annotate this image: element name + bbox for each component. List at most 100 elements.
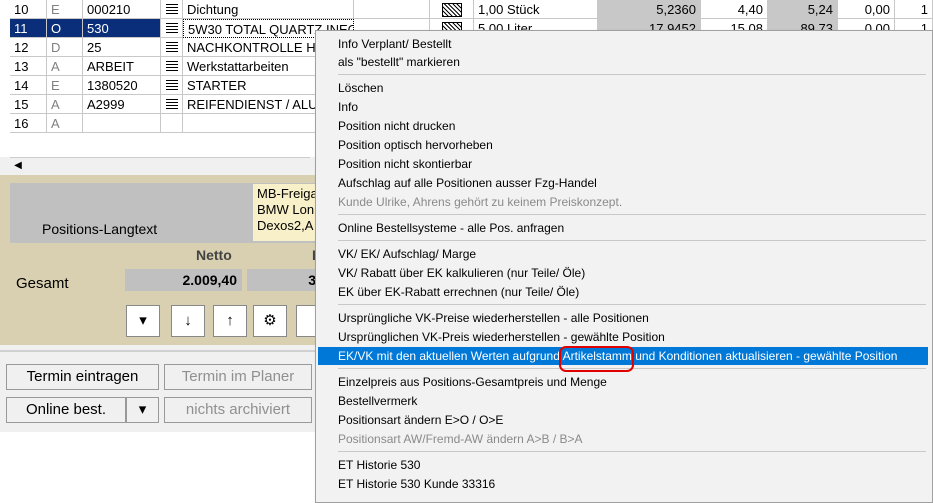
- menu-item-hervorheben[interactable]: Position optisch hervorheben: [318, 136, 928, 154]
- cell-einheit: [354, 0, 430, 19]
- menge-value: 1,00: [478, 2, 504, 17]
- menu-item-preiskonzept-info: Kunde Ulrike, Ahrens gehört zu keinem Pr…: [338, 195, 623, 209]
- menu-item-positionsart-eo[interactable]: Positionsart ändern E>O / O>E: [318, 411, 928, 429]
- menu-item-et-historie[interactable]: ET Historie 530: [318, 456, 928, 474]
- menu-item-vk-restore-all[interactable]: Ursprüngliche VK-Preise wiederherstellen…: [318, 309, 928, 327]
- cell-artnr[interactable]: A2999: [83, 95, 161, 114]
- langtext-line: MB-Freiga: [257, 186, 318, 201]
- empty-area: [0, 432, 318, 503]
- menu-item-mark-ordered[interactable]: als "bestellt" markieren: [318, 53, 928, 71]
- langtext-label: Positions-Langtext: [42, 221, 158, 237]
- cell-artnr[interactable]: [83, 114, 161, 133]
- menu-item-aufschlag[interactable]: Aufschlag auf alle Positionen ausser Fzg…: [318, 174, 928, 192]
- netto-value: 2.009,40: [125, 269, 242, 291]
- arrow-up-icon: ↑: [226, 312, 234, 329]
- context-menu: Info Verplant/ Bestellt als "bestellt" m…: [315, 30, 933, 503]
- cell-typ: E: [47, 0, 83, 19]
- menu-item-et-historie-kunde[interactable]: ET Historie 530 Kunde 33316: [318, 475, 928, 493]
- positions-panel: Positions-Langtext MB-Freiga BMW Lon Dex…: [0, 175, 323, 345]
- menu-separator: [338, 74, 926, 75]
- menu-item-online-bestellsysteme[interactable]: Online Bestellsysteme - alle Pos. anfrag…: [318, 219, 928, 237]
- menu-item-nicht-drucken[interactable]: Position nicht drucken: [318, 117, 928, 135]
- menu-separator: [338, 451, 926, 452]
- langtext-line: Dexos2,A: [257, 218, 314, 233]
- settings-button[interactable]: ⚙: [253, 305, 287, 337]
- menu-item-einzelpreis[interactable]: Einzelpreis aus Positions-Gesamtpreis un…: [318, 373, 928, 391]
- menu-item-nicht-skontierbar[interactable]: Position nicht skontierbar: [318, 155, 928, 173]
- cell-artnr[interactable]: 000210: [83, 0, 161, 19]
- menu-separator: [338, 214, 926, 215]
- menu-separator: [338, 240, 926, 241]
- cell-nr: 10: [10, 0, 47, 19]
- online-best-dropdown[interactable]: ▾: [126, 397, 159, 423]
- menu-separator: [338, 304, 926, 305]
- horizontal-scrollbar[interactable]: ◀: [10, 157, 310, 175]
- pattern-icon: [441, 3, 462, 17]
- move-up-button[interactable]: ↑: [213, 305, 247, 337]
- cell-typ: A: [47, 114, 83, 133]
- cell-artnr[interactable]: 530: [83, 19, 161, 38]
- caret-down-icon: ▾: [139, 312, 147, 329]
- cell-text-button[interactable]: [161, 0, 183, 19]
- menu-item-loeschen[interactable]: Löschen: [318, 79, 928, 97]
- menu-item-info-verplant[interactable]: Info Verplant/ Bestellt: [318, 35, 928, 53]
- table-row[interactable]: 10 E 000210 Dichtung 1,00 Stück 5,2360 4…: [0, 0, 933, 20]
- text-lines-icon: [165, 61, 178, 72]
- cell-ek: 5,2360: [598, 0, 701, 19]
- cell-x: 1: [895, 0, 933, 19]
- menu-item-vk-restore-selected[interactable]: Ursprünglichen VK-Preis wiederherstellen…: [318, 328, 928, 346]
- cell-bezeichnung[interactable]: Dichtung: [183, 0, 354, 19]
- text-lines-icon: [165, 80, 178, 91]
- cell-typ: D: [47, 38, 83, 57]
- cell-menge[interactable]: 1,00 Stück: [474, 0, 598, 19]
- cell-nr: 14: [10, 76, 47, 95]
- text-lines-icon: [165, 42, 178, 53]
- netto-label: Netto: [196, 247, 232, 263]
- cell-rabatt: 0,00: [838, 0, 895, 19]
- text-lines-icon: [165, 99, 178, 110]
- cell-faktor: 4,40: [701, 0, 768, 19]
- cell-check[interactable]: [430, 0, 474, 19]
- gesamt-label: Gesamt: [16, 275, 69, 292]
- cell-vk: 5,24: [768, 0, 838, 19]
- cell-text-button[interactable]: [161, 57, 183, 76]
- caret-down-icon: ▾: [138, 401, 147, 418]
- cell-nr: 11: [10, 19, 47, 38]
- cell-nr: 15: [10, 95, 47, 114]
- online-best-button[interactable]: Online best.: [6, 397, 126, 423]
- cell-nr: 16: [10, 114, 47, 133]
- cell-text-button[interactable]: [161, 95, 183, 114]
- button-label: nichts archiviert: [185, 401, 291, 418]
- menu-item-vk-ek-marge[interactable]: VK/ EK/ Aufschlag/ Marge: [318, 245, 928, 263]
- button-label: Termin eintragen: [26, 368, 139, 385]
- dropdown-button[interactable]: ▾: [126, 305, 160, 337]
- menu-item-bestellvermerk[interactable]: Bestellvermerk: [318, 392, 928, 410]
- gear-icon: ⚙: [263, 312, 277, 329]
- cell-artnr[interactable]: 1380520: [83, 76, 161, 95]
- cell-typ: A: [47, 95, 83, 114]
- cell-typ: A: [47, 57, 83, 76]
- cell-typ: O: [47, 19, 83, 38]
- cell-text-button[interactable]: [161, 19, 183, 38]
- move-down-button[interactable]: ↓: [171, 305, 205, 337]
- cell-nr: 13: [10, 57, 47, 76]
- cell-artnr[interactable]: ARBEIT: [83, 57, 161, 76]
- langtext-content[interactable]: MB-Freiga BMW Lon Dexos2,A: [253, 184, 323, 241]
- termin-eintragen-button[interactable]: Termin eintragen: [6, 364, 159, 390]
- cell-artnr[interactable]: 25: [83, 38, 161, 57]
- cell-text-button[interactable]: [161, 38, 183, 57]
- text-lines-icon: [165, 4, 178, 15]
- menu-item-info[interactable]: Info: [318, 98, 928, 116]
- button-label: Online best.: [25, 401, 107, 418]
- cell-nr: 12: [10, 38, 47, 57]
- me-value: Stück: [506, 2, 540, 17]
- menu-item-ek-rabatt[interactable]: EK über EK-Rabatt errechnen (nur Teile/ …: [318, 283, 928, 301]
- action-bar: Termin eintragen Termin im Planer Online…: [0, 350, 318, 432]
- scroll-left-icon[interactable]: ◀: [12, 160, 24, 172]
- arrow-down-icon: ↓: [184, 312, 192, 329]
- cell-text-button[interactable]: [161, 76, 183, 95]
- langtext-line: BMW Lon: [257, 202, 315, 217]
- text-lines-icon: [165, 23, 178, 34]
- cell-text-button[interactable]: [161, 114, 183, 133]
- menu-item-vk-rabatt[interactable]: VK/ Rabatt über EK kalkulieren (nur Teil…: [318, 264, 928, 282]
